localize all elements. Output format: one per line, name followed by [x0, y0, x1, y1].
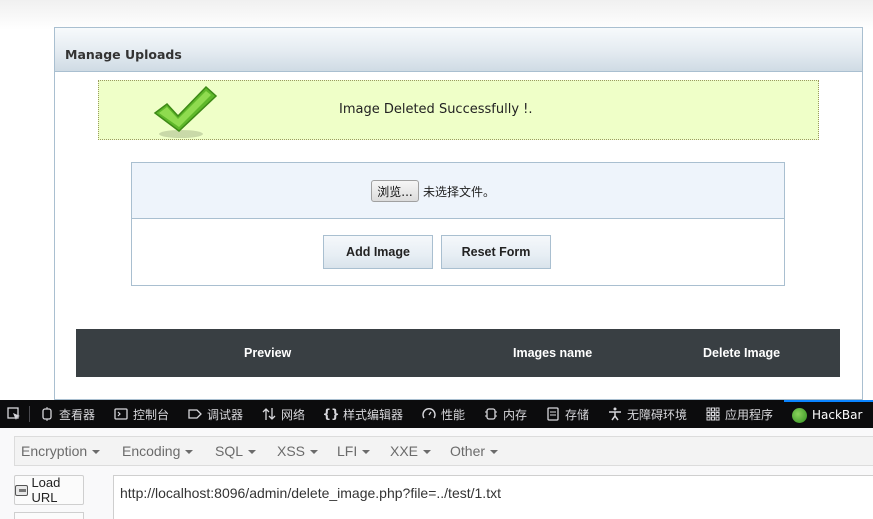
- hackbar-icon: [792, 407, 807, 423]
- tab-label: 无障碍环境: [627, 407, 688, 422]
- devtools-toolbar: 查看器 控制台 调试器 网络 {} 样式编辑器 性能 内存 存储 无障碍环境 应…: [0, 400, 873, 428]
- panel-header: Manage Uploads: [55, 28, 862, 72]
- load-url-icon: [15, 484, 29, 496]
- chevron-down-icon: [490, 450, 499, 455]
- menu-lfi[interactable]: LFI: [337, 443, 371, 459]
- tab-label: 性能: [441, 407, 466, 422]
- chevron-down-icon: [248, 450, 257, 455]
- load-url-label: Load URL: [31, 475, 61, 505]
- tab-memory[interactable]: 内存: [484, 400, 527, 428]
- load-url-button[interactable]: Load URL: [14, 475, 84, 505]
- tab-performance[interactable]: 性能: [422, 400, 465, 428]
- tab-label: 控制台: [133, 407, 170, 422]
- tab-debugger[interactable]: 调试器: [188, 400, 243, 428]
- performance-icon: [422, 408, 436, 419]
- tab-console[interactable]: 控制台: [114, 400, 169, 428]
- tab-label: 应用程序: [725, 407, 774, 422]
- browse-button[interactable]: 浏览...: [371, 180, 419, 202]
- hackbar-panel: Encryption Encoding SQL XSS LFI XXE Othe…: [0, 428, 873, 519]
- menu-label: Encoding: [122, 443, 181, 459]
- tab-label: 查看器: [59, 407, 96, 422]
- success-message: Image Deleted Successfully !.: [339, 102, 533, 117]
- tab-application[interactable]: 应用程序: [706, 400, 773, 428]
- manage-uploads-panel: Manage Uploads Image Deleted Successfull…: [54, 27, 863, 400]
- menu-encoding[interactable]: Encoding: [122, 443, 194, 459]
- reset-form-button[interactable]: Reset Form: [441, 235, 551, 269]
- column-header-delete-image: Delete Image: [703, 346, 781, 360]
- no-file-selected-text: 未选择文件。: [423, 185, 496, 199]
- split-url-button[interactable]: [14, 512, 84, 519]
- add-image-button[interactable]: Add Image: [323, 235, 433, 269]
- inspector-icon: [42, 407, 52, 421]
- tab-inspector[interactable]: 查看器: [40, 400, 95, 428]
- chevron-down-icon: [310, 450, 319, 455]
- url-value: http://localhost:8096/admin/delete_image…: [120, 485, 501, 501]
- tab-hackbar[interactable]: HackBar: [784, 400, 873, 428]
- toolbar-separator: [29, 406, 30, 422]
- hackbar-menu: Encryption Encoding SQL XSS LFI XXE Othe…: [14, 436, 873, 466]
- menu-encryption[interactable]: Encryption: [21, 443, 101, 459]
- accessibility-icon: [609, 407, 621, 421]
- tab-label: 网络: [281, 407, 306, 422]
- file-input-row: 浏览... 未选择文件。: [132, 163, 784, 219]
- checkmark-icon: [153, 85, 218, 138]
- application-icon: [706, 407, 720, 421]
- menu-label: LFI: [337, 443, 358, 459]
- menu-label: Other: [450, 443, 486, 459]
- url-input[interactable]: http://localhost:8096/admin/delete_image…: [113, 475, 873, 519]
- column-header-images-name: Images name: [513, 346, 593, 360]
- network-icon: [262, 408, 276, 420]
- chevron-down-icon: [185, 450, 194, 455]
- chevron-down-icon: [92, 450, 101, 455]
- chevron-down-icon: [362, 450, 371, 455]
- tab-label: 样式编辑器: [343, 407, 404, 422]
- tab-storage[interactable]: 存储: [546, 400, 589, 428]
- tab-label: 内存: [503, 407, 528, 422]
- console-icon: [114, 408, 128, 420]
- success-notification: Image Deleted Successfully !.: [98, 80, 819, 140]
- tab-style-editor[interactable]: {} 样式编辑器: [322, 400, 404, 428]
- column-header-preview: Preview: [244, 346, 292, 360]
- element-picker-icon: [7, 407, 20, 420]
- storage-icon: [547, 407, 559, 421]
- menu-other[interactable]: Other: [450, 443, 499, 459]
- debugger-icon: [188, 409, 202, 419]
- menu-label: SQL: [215, 443, 244, 459]
- tab-label: 存储: [565, 407, 590, 422]
- tab-label: HackBar: [812, 408, 863, 422]
- menu-sql[interactable]: SQL: [215, 443, 257, 459]
- memory-icon: [485, 408, 497, 420]
- images-table-header: Preview Images name Delete Image: [76, 329, 840, 377]
- chevron-down-icon: [423, 450, 432, 455]
- style-editor-icon: {}: [322, 407, 340, 421]
- element-picker-button[interactable]: [7, 400, 21, 428]
- tab-label: 调试器: [207, 407, 244, 422]
- panel-title: Manage Uploads: [65, 47, 182, 62]
- menu-xxe[interactable]: XXE: [390, 443, 432, 459]
- menu-label: XSS: [277, 443, 306, 459]
- menu-label: Encryption: [21, 443, 88, 459]
- upload-form: 浏览... 未选择文件。 Add Image Reset Form: [131, 162, 785, 286]
- tab-network[interactable]: 网络: [262, 400, 305, 428]
- menu-label: XXE: [390, 443, 419, 459]
- tab-accessibility[interactable]: 无障碍环境: [608, 400, 687, 428]
- menu-xss[interactable]: XSS: [277, 443, 319, 459]
